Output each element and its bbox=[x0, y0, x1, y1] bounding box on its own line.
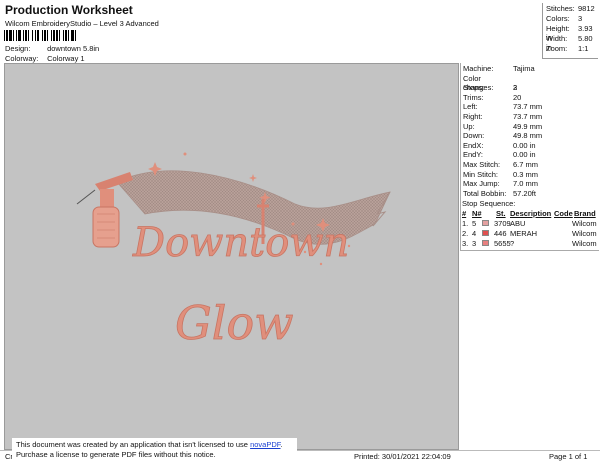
stat-label: Stitches: bbox=[546, 4, 575, 13]
machine-info-row: Min Stitch: 0.3 mm bbox=[463, 170, 599, 179]
barcode bbox=[4, 30, 76, 41]
machine-info-row: Left: 73.7 mm bbox=[463, 102, 599, 111]
machine-info-row: Down: 49.8 mm bbox=[463, 131, 599, 140]
design-word-2: Glow bbox=[175, 296, 294, 350]
printed-date: Printed: 30/01/2021 22:04:09 bbox=[354, 452, 451, 461]
row-brand: Wilcom bbox=[572, 239, 597, 248]
info-value: 73.7 mm bbox=[513, 102, 543, 112]
colorway-label: Colorway: bbox=[5, 54, 39, 63]
license-notice: This document was created by an applicat… bbox=[12, 438, 297, 461]
info-label: Max Jump: bbox=[463, 179, 500, 189]
info-value: Tajima bbox=[513, 64, 535, 73]
machine-info-row: Right: 73.7 mm bbox=[463, 112, 599, 121]
info-label: Left: bbox=[463, 102, 478, 112]
design-word-1: Downtown bbox=[132, 220, 349, 266]
stat-value: 9812 bbox=[578, 4, 595, 13]
col-num: # bbox=[462, 209, 467, 218]
machine-info-row: Max Stitch: 6.7 mm bbox=[463, 160, 599, 169]
info-label: Down: bbox=[463, 131, 485, 141]
row-num: 1. bbox=[462, 219, 469, 228]
stat-colors: Colors: 3 bbox=[546, 14, 600, 23]
info-label: Min Stitch: bbox=[463, 169, 499, 179]
stat-label: Zoom: bbox=[546, 44, 568, 53]
col-n: N# bbox=[472, 209, 482, 218]
color-swatch bbox=[482, 240, 489, 246]
divider bbox=[460, 250, 599, 251]
info-value: 73.7 mm bbox=[513, 112, 543, 121]
info-value: 3 bbox=[513, 83, 518, 93]
row-n: 4 bbox=[472, 229, 477, 238]
stat-value: 1:1 bbox=[578, 44, 589, 53]
page-title: Production Worksheet bbox=[5, 3, 133, 17]
row-description: ABU bbox=[510, 219, 526, 228]
machine-info-row: Up: 49.9 mm bbox=[463, 122, 599, 131]
machine-info-row: Trims: 20 bbox=[463, 93, 599, 102]
row-st: 446 bbox=[494, 229, 507, 238]
machine-info-row: Max Jump: 7.0 mm bbox=[463, 179, 599, 188]
col-brand: Brand bbox=[574, 209, 596, 218]
stats-box: Stitches: 9812 Colors: 3 Height: 3.93 in Wi… bbox=[542, 3, 598, 59]
novapdf-link[interactable]: novaPDF bbox=[250, 440, 280, 449]
row-description: ? bbox=[510, 239, 515, 248]
info-value: 7.0 mm bbox=[513, 179, 539, 189]
info-value: 20 bbox=[513, 92, 522, 102]
info-label: EndY: bbox=[463, 150, 484, 160]
row-st: 5655 bbox=[494, 239, 511, 248]
machine-info-row: Machine: Tajima bbox=[463, 64, 599, 73]
machine-info-row: Stops: 3 bbox=[463, 83, 599, 92]
info-value: 6.7 mm bbox=[513, 160, 539, 169]
info-label: Max Stitch: bbox=[463, 160, 501, 169]
colorway-row: Colorway: Colorway 1 bbox=[5, 54, 85, 63]
software-name: Wilcom EmbroideryStudio – Level 3 Advanc… bbox=[5, 19, 159, 28]
notice-line-1: This document was created by an applicat… bbox=[16, 440, 248, 449]
stat-value: 3 bbox=[578, 14, 583, 23]
page-number: Page 1 of 1 bbox=[549, 452, 588, 461]
design-label: Design: bbox=[5, 44, 31, 53]
row-st: 3709 bbox=[494, 219, 511, 228]
info-value: 0.00 in bbox=[513, 140, 536, 150]
stat-stitches: Stitches: 9812 bbox=[546, 4, 600, 13]
machine-info-row: Total Bobbin: 57.20ft bbox=[463, 189, 599, 198]
info-label: Up: bbox=[463, 121, 475, 131]
info-value: 49.8 mm bbox=[513, 131, 543, 141]
machine-info-row: EndY: 0.00 in bbox=[463, 150, 599, 159]
design-row: Design: downtown 5.8in bbox=[5, 44, 99, 53]
info-label: EndX: bbox=[463, 140, 484, 150]
info-label: Machine: bbox=[463, 64, 494, 73]
info-label: Total Bobbin: bbox=[463, 188, 507, 198]
info-label: Trims: bbox=[463, 92, 484, 102]
design-preview: Downtown Glow bbox=[4, 63, 459, 450]
stat-label: Colors: bbox=[546, 14, 570, 23]
row-num: 3. bbox=[462, 239, 469, 248]
color-swatch bbox=[482, 220, 489, 226]
info-value: 57.20ft bbox=[513, 188, 536, 198]
col-code: Code bbox=[554, 209, 573, 218]
stat-label: Width: bbox=[546, 34, 568, 43]
stat-zoom: Zoom: 1:1 bbox=[546, 44, 600, 53]
color-swatch bbox=[482, 230, 489, 236]
row-num: 2. bbox=[462, 229, 469, 238]
info-label: Right: bbox=[463, 112, 483, 121]
row-description: MERAH bbox=[510, 229, 538, 238]
notice-line-2: Purchase a license to generate PDF files… bbox=[16, 450, 216, 459]
col-description: Description bbox=[510, 209, 552, 218]
info-value: 0.3 mm bbox=[513, 169, 539, 179]
row-n: 5 bbox=[472, 219, 477, 228]
stat-label: Height: bbox=[546, 24, 570, 33]
info-value: 49.9 mm bbox=[513, 121, 543, 131]
row-n: 3 bbox=[472, 239, 477, 248]
embroidery-design: Downtown Glow bbox=[76, 152, 391, 350]
col-st: St. bbox=[496, 209, 506, 218]
row-brand: Wilcom bbox=[572, 219, 597, 228]
machine-info-row: EndX: 0.00 in bbox=[463, 141, 599, 150]
design-value: downtown 5.8in bbox=[47, 44, 100, 53]
info-value: 0.00 in bbox=[513, 150, 536, 160]
info-label: Stops: bbox=[463, 83, 485, 93]
colorway-value: Colorway 1 bbox=[47, 54, 85, 63]
stop-sequence-title: Stop Sequence: bbox=[462, 199, 516, 208]
row-brand: Wilcom bbox=[572, 229, 597, 238]
